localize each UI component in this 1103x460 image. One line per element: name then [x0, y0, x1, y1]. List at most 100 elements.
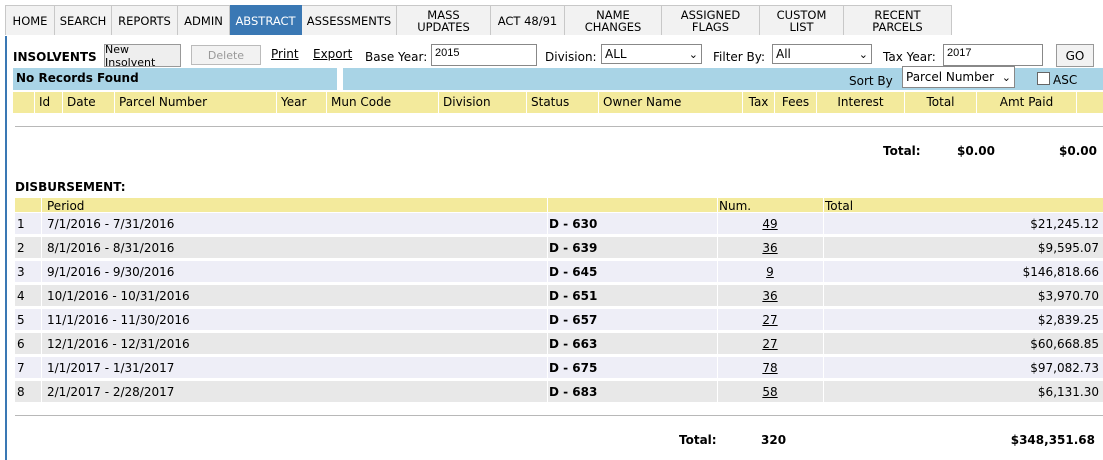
nav-tab-recent-parcels[interactable]: RECENT PARCELS [844, 5, 952, 35]
tax-year-input[interactable]: 2017 [943, 44, 1043, 66]
row-number: 3 [17, 265, 25, 279]
export-link[interactable]: Export [313, 47, 352, 61]
nav-tab-custom-list[interactable]: CUSTOM LIST [760, 5, 844, 35]
no-records-message: No Records Found [13, 68, 337, 90]
row-code: D - 663 [549, 337, 598, 351]
column-header-status[interactable]: Status [527, 92, 599, 113]
row-period: 10/1/2016 - 10/31/2016 [47, 289, 190, 303]
insolvent-total-label: Total: [883, 144, 921, 158]
row-num-link[interactable]: 27 [717, 313, 823, 327]
table-row: 4 10/1/2016 - 10/31/2016 D - 651 36 $3,970.7… [15, 285, 1103, 307]
nav-tab-search[interactable]: SEARCH [55, 5, 112, 35]
row-total: $6,131.30 [1037, 385, 1099, 399]
row-num-link[interactable]: 27 [717, 337, 823, 351]
column-header-owner-name[interactable]: Owner Name [599, 92, 743, 113]
num-header: Num. [719, 199, 752, 213]
column-header-total[interactable]: Total [905, 92, 977, 113]
nav-tab-assigned-flags[interactable]: ASSIGNED FLAGS [662, 5, 760, 35]
nav-tab-abstract[interactable]: ABSTRACT [230, 5, 302, 35]
filter-select[interactable]: All ⌄ [772, 44, 872, 64]
nav-tab-home[interactable]: HOME [5, 5, 55, 35]
row-period: 2/1/2017 - 2/28/2017 [47, 385, 175, 399]
asc-checkbox[interactable] [1037, 72, 1050, 85]
row-number: 1 [17, 217, 25, 231]
column-header-amt-paid[interactable]: Amt Paid [977, 92, 1077, 113]
column-header-year[interactable]: Year [277, 92, 327, 113]
chevron-down-icon: ⌄ [858, 47, 868, 61]
delete-button[interactable]: Delete [191, 45, 261, 65]
disbursement-total-num: 320 [761, 433, 787, 447]
base-year-label: Base Year: [365, 50, 428, 64]
row-period: 8/1/2016 - 8/31/2016 [47, 241, 175, 255]
total-header: Total [825, 199, 854, 213]
row-code: D - 630 [549, 217, 598, 231]
table-row: 3 9/1/2016 - 9/30/2016 D - 645 9 $146,818.66 [15, 261, 1103, 283]
disbursement-total-amount: $348,351.68 [1010, 433, 1095, 447]
column-header-parcel-number[interactable]: Parcel Number [115, 92, 277, 113]
row-num-link[interactable]: 78 [717, 361, 823, 375]
sort-value: Parcel Number [906, 70, 995, 84]
tax-year-label: Tax Year: [883, 50, 936, 64]
column-header-fees[interactable]: Fees [775, 92, 817, 113]
divider [15, 126, 1103, 127]
row-total: $97,082.73 [1030, 361, 1099, 375]
row-number: 2 [17, 241, 25, 255]
insolvent-table-header: Id Date Parcel Number Year Mun Code Division S… [13, 92, 1103, 113]
row-total: $146,818.66 [1022, 265, 1099, 279]
row-number: 7 [17, 361, 25, 375]
column-header-date[interactable]: Date [63, 92, 115, 113]
print-link[interactable]: Print [271, 47, 299, 61]
row-num-link[interactable]: 36 [717, 241, 823, 255]
row-number: 6 [17, 337, 25, 351]
row-num-link[interactable]: 36 [717, 289, 823, 303]
nav-tab-name-changes[interactable]: NAME CHANGES [565, 5, 662, 35]
go-button[interactable]: GO [1056, 44, 1094, 67]
insolvent-toolbar: INSOLVENTS New Insolvent Delete Print Ex… [7, 36, 1103, 69]
row-total: $9,595.07 [1037, 241, 1099, 255]
nav-tab-mass-updates[interactable]: MASS UPDATES [397, 5, 491, 35]
row-period: 7/1/2016 - 7/31/2016 [47, 217, 175, 231]
column-header-interest[interactable]: Interest [817, 92, 905, 113]
table-row: 1 7/1/2016 - 7/31/2016 D - 630 49 $21,245.12 [15, 213, 1103, 235]
nav-tab-assessments[interactable]: ASSESSMENTS [302, 5, 397, 35]
filter-label: Filter By: [713, 50, 766, 64]
asc-label: ASC [1053, 73, 1078, 87]
row-num-link[interactable]: 49 [717, 217, 823, 231]
row-num-link[interactable]: 9 [717, 265, 823, 279]
divider [15, 415, 1103, 416]
row-code: D - 651 [549, 289, 598, 303]
row-period: 9/1/2016 - 9/30/2016 [47, 265, 175, 279]
new-insolvent-button[interactable]: New Insolvent [104, 43, 181, 69]
row-number: 8 [17, 385, 25, 399]
column-header-tax[interactable]: Tax [743, 92, 775, 113]
nav-tab-reports[interactable]: REPORTS [112, 5, 178, 35]
row-period: 12/1/2016 - 12/31/2016 [47, 337, 190, 351]
row-period: 1/1/2017 - 1/31/2017 [47, 361, 175, 375]
row-total: $60,668.85 [1030, 337, 1099, 351]
abstract-panel: INSOLVENTS New Insolvent Delete Print Ex… [5, 36, 1103, 460]
table-row: 8 2/1/2017 - 2/28/2017 D - 683 58 $6,131.30 [15, 381, 1103, 403]
column-header-mun-code[interactable]: Mun Code [327, 92, 439, 113]
row-number: 4 [17, 289, 25, 303]
sort-label: Sort By [849, 74, 893, 88]
nav-tab-admin[interactable]: ADMIN [178, 5, 230, 35]
base-year-input[interactable]: 2015 [431, 44, 537, 66]
insolvent-total-value: $0.00 [957, 144, 995, 158]
division-select[interactable]: ALL ⌄ [601, 44, 702, 64]
column-header-id[interactable]: Id [35, 92, 63, 113]
insolvent-amt-paid-total: $0.00 [1059, 144, 1097, 158]
top-navigation: HOME SEARCH REPORTS ADMIN ABSTRACT ASSESSMENT… [5, 5, 952, 35]
table-row: 6 12/1/2016 - 12/31/2016 D - 663 27 $60,668.… [15, 333, 1103, 355]
status-bar: No Records Found Sort By Parcel Number ⌄… [13, 66, 1103, 90]
column-header-division[interactable]: Division [439, 92, 527, 113]
row-total: $2,839.25 [1037, 313, 1099, 327]
sort-controls: Sort By Parcel Number ⌄ ASC [343, 66, 1103, 90]
row-code: D - 645 [549, 265, 598, 279]
chevron-down-icon: ⌄ [1001, 70, 1011, 84]
row-num-link[interactable]: 58 [717, 385, 823, 399]
row-total: $21,245.12 [1030, 217, 1099, 231]
sort-select[interactable]: Parcel Number ⌄ [902, 66, 1015, 88]
disbursement-header: Period Num. Total [15, 198, 1103, 213]
row-total: $3,970.70 [1037, 289, 1099, 303]
nav-tab-act-48-91[interactable]: ACT 48/91 [491, 5, 565, 35]
